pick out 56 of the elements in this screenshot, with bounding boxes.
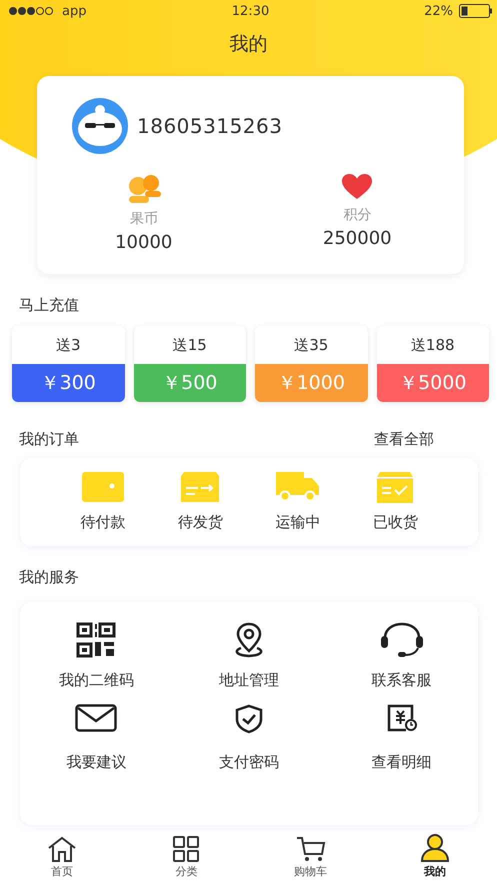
coins-icon <box>126 174 161 204</box>
stat-value: 10000 <box>115 232 172 253</box>
page-title: 我的 <box>228 32 268 57</box>
recharge-option[interactable]: 送35 ￥1000 <box>255 326 368 402</box>
price-label: ￥5000 <box>376 364 489 402</box>
tab[interactable]: 分类 <box>124 825 248 879</box>
battery-text: 22% <box>424 4 453 18</box>
carrier-text: app <box>62 4 86 18</box>
headset-icon <box>380 622 424 658</box>
home-icon <box>47 836 78 862</box>
service-button[interactable]: 地址管理 <box>172 622 326 704</box>
service-button[interactable]: 联系客服 <box>325 622 478 704</box>
price-label: ￥500 <box>134 364 246 402</box>
bonus-text: 送35 <box>293 334 330 356</box>
grid-icon <box>173 836 200 862</box>
wallet-icon <box>82 472 124 502</box>
heart-icon <box>342 174 372 200</box>
clock-text: 12:30 <box>232 4 270 18</box>
price-label: ￥1000 <box>255 364 368 402</box>
recharge-option[interactable]: 送15 ￥500 <box>134 326 246 402</box>
bonus-text: 送188 <box>410 334 456 356</box>
service-button[interactable]: 支付密码 <box>172 704 326 786</box>
tab[interactable]: 首页 <box>0 825 124 879</box>
avatar[interactable] <box>69 98 131 154</box>
section-title: 我的服务 <box>19 568 80 587</box>
order-status-button[interactable]: 待发货 <box>152 472 249 532</box>
stat-label: 果币 <box>130 210 158 228</box>
section-title: 马上充值 <box>19 296 80 315</box>
bill-clock-icon <box>386 704 417 732</box>
stat-value: 250000 <box>322 228 392 249</box>
qr-code-icon <box>76 622 116 658</box>
truck-icon <box>276 472 320 501</box>
price-label: ￥300 <box>12 364 124 402</box>
order-status-button[interactable]: 运输中 <box>249 472 346 532</box>
order-status-button[interactable]: 已收货 <box>346 472 444 532</box>
service-button[interactable]: 我的二维码 <box>20 622 173 704</box>
service-button[interactable]: 我要建议 <box>20 704 173 786</box>
tab[interactable]: 购物车 <box>248 825 373 879</box>
recharge-option[interactable]: 送188 ￥5000 <box>376 326 489 402</box>
service-button[interactable]: 查看明细 <box>325 704 478 786</box>
cart-icon <box>296 836 326 862</box>
shield-check-icon <box>234 704 263 734</box>
mail-icon <box>75 704 118 732</box>
bonus-text: 送15 <box>172 334 208 356</box>
order-status-button[interactable]: 待付款 <box>54 472 152 532</box>
box-check-icon <box>377 472 414 503</box>
section-title: 我的订单 <box>19 430 79 449</box>
stat-label: 积分 <box>343 206 372 224</box>
phone-number: 18605315263 <box>137 114 282 138</box>
recharge-option[interactable]: 送3 ￥300 <box>12 326 124 402</box>
user-icon <box>420 834 450 862</box>
bonus-text: 送3 <box>54 334 82 356</box>
signal-icon <box>8 6 54 16</box>
tab[interactable]: 我的 <box>372 825 497 879</box>
view-all-link[interactable]: 查看全部 <box>374 430 434 449</box>
battery-icon <box>459 4 493 18</box>
